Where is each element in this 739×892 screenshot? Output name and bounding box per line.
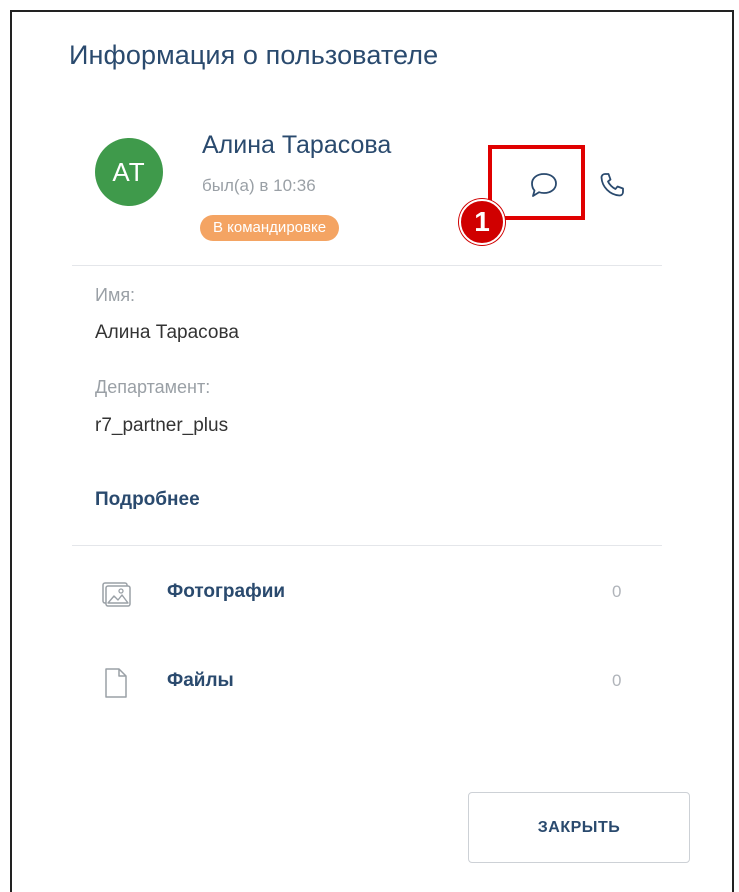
avatar-initials: АТ [112,156,146,187]
department-label: Департамент: [95,377,211,397]
user-info-dialog: Информация о пользователе АТ Алина Тарас… [10,10,734,892]
status-badge: В командировке [200,215,340,241]
name-value: Алина Тарасова [95,322,239,343]
user-name: Алина Тарасова [202,131,392,159]
last-seen-status: был(а) в 10:36 [202,176,316,195]
department-value: r7_partner_plus [95,415,229,436]
files-row[interactable]: Файлы 0 [95,662,655,702]
photos-count: 0 [612,582,622,601]
annotation-marker-label: 1 [474,206,490,237]
divider [72,265,662,266]
phone-icon [600,173,624,197]
files-count: 0 [612,671,622,690]
name-label: Имя: [95,285,136,305]
photos-icon [102,582,131,607]
file-icon [105,668,127,698]
photos-row[interactable]: Фотографии 0 [95,573,655,613]
avatar: АТ [95,138,163,206]
files-label: Файлы [167,670,234,691]
divider [72,545,662,546]
annotation-highlight-box [488,145,585,220]
close-button[interactable]: ЗАКРЫТЬ [468,792,690,863]
dialog-title: Информация о пользователе [69,40,439,70]
more-details-link[interactable]: Подробнее [95,489,200,511]
photos-label: Фотографии [167,581,286,602]
call-button[interactable] [595,169,629,201]
annotation-marker: 1 [459,199,505,245]
